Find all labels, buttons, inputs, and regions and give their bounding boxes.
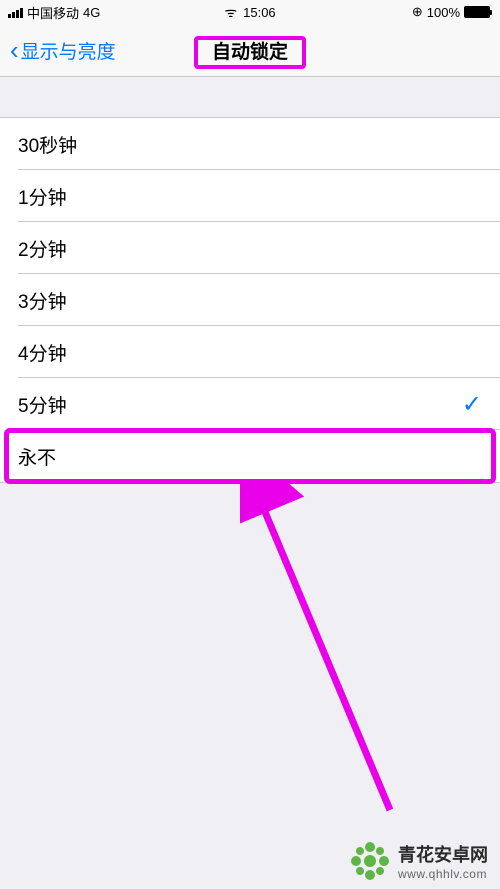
option-4min[interactable]: 4分钟 (0, 326, 500, 378)
options-list: 30秒钟 1分钟 2分钟 3分钟 4分钟 5分钟 ✓ 永不 (0, 117, 500, 483)
option-label: 4分钟 (18, 339, 67, 366)
option-label: 30秒钟 (18, 131, 77, 158)
status-bar: 中国移动 4G ᯤ 15:06 ⊕ 100% (0, 0, 500, 24)
annotation-arrow (240, 480, 430, 835)
back-label: 显示与亮度 (21, 37, 116, 64)
watermark-logo-icon (350, 841, 390, 881)
carrier-label: 中国移动 (27, 3, 79, 22)
status-right: ⊕ 100% (412, 4, 492, 20)
option-label: 永不 (18, 443, 56, 470)
network-label: 4G (83, 5, 100, 20)
time-label: 15:06 (243, 5, 276, 20)
title-highlight-box: 自动锁定 (194, 36, 306, 69)
option-label: 3分钟 (18, 287, 67, 314)
option-3min[interactable]: 3分钟 (0, 274, 500, 326)
option-2min[interactable]: 2分钟 (0, 222, 500, 274)
option-label: 2分钟 (18, 235, 67, 262)
battery-percentage: 100% (427, 5, 460, 20)
page-title: 自动锁定 (194, 37, 306, 64)
option-5min[interactable]: 5分钟 ✓ (0, 378, 500, 430)
chevron-left-icon: ‹ (10, 35, 19, 66)
option-never[interactable]: 永不 (0, 430, 500, 482)
rotation-lock-icon: ⊕ (412, 4, 423, 20)
watermark-title: 青花安卓网 (398, 841, 488, 867)
status-center: ᯤ 15:06 (224, 3, 275, 22)
watermark: 青花安卓网 www.qhhlv.com (350, 841, 488, 881)
battery-icon (464, 6, 492, 18)
option-1min[interactable]: 1分钟 (0, 170, 500, 222)
watermark-text: 青花安卓网 www.qhhlv.com (398, 841, 488, 881)
option-label: 5分钟 (18, 391, 67, 418)
signal-icon (8, 6, 23, 18)
option-label: 1分钟 (18, 183, 67, 210)
arrow-icon (240, 480, 430, 830)
hotspot-icon: ᯤ (224, 3, 237, 22)
row-highlight-box (4, 428, 496, 484)
checkmark-icon: ✓ (462, 390, 482, 419)
section-gap (0, 77, 500, 117)
watermark-url: www.qhhlv.com (398, 867, 487, 881)
back-button[interactable]: ‹ 显示与亮度 (10, 35, 116, 66)
status-left: 中国移动 4G (8, 3, 100, 22)
option-30sec[interactable]: 30秒钟 (0, 118, 500, 170)
navigation-bar: ‹ 显示与亮度 自动锁定 (0, 24, 500, 77)
